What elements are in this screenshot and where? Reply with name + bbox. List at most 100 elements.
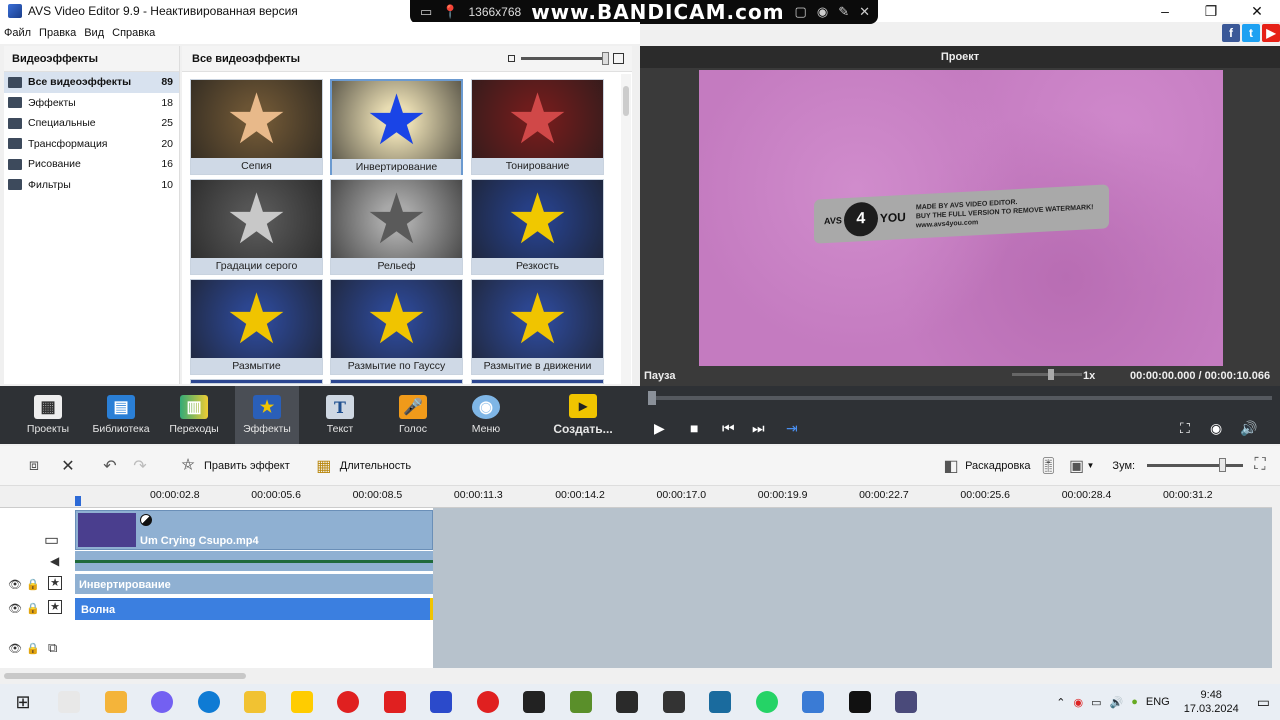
lock-icon[interactable]: 🔒 xyxy=(26,602,40,615)
taskbar-app[interactable] xyxy=(651,684,698,720)
timeline-vscrollbar[interactable] xyxy=(1272,486,1280,682)
toolbar-voice[interactable]: 🎤 Голос xyxy=(381,386,445,444)
clock[interactable]: 9:48 17.03.2024 xyxy=(1184,688,1239,716)
effect-tile[interactable]: ★ Резкость xyxy=(471,179,604,275)
eye-icon[interactable]: 👁 xyxy=(8,642,22,655)
stop-icon[interactable]: ■ xyxy=(690,420,698,436)
audio-mixer-button[interactable]: 🎚 xyxy=(1038,457,1058,475)
preview-video-frame[interactable]: AVS 4 YOU MADE BY AVS VIDEO EDITOR. BUY … xyxy=(699,70,1223,366)
close-button[interactable]: ✕ xyxy=(1234,0,1280,22)
twitter-icon[interactable]: t xyxy=(1242,24,1260,42)
hscroll-thumb[interactable] xyxy=(4,673,246,679)
facebook-icon[interactable]: f xyxy=(1222,24,1240,42)
taskbar-app[interactable] xyxy=(232,684,279,720)
play-icon[interactable]: ▶ xyxy=(654,420,665,437)
notifications-icon[interactable]: ▭ xyxy=(1257,694,1270,711)
taskbar-app[interactable] xyxy=(511,684,558,720)
tray-chevron-icon[interactable]: ⌃ xyxy=(1056,696,1065,709)
effects-scroll-thumb[interactable] xyxy=(623,86,629,116)
next-frame-icon[interactable]: ⏭ xyxy=(752,420,765,437)
lock-icon[interactable]: 🔒 xyxy=(26,578,40,591)
start-button[interactable]: ⊞ xyxy=(0,684,46,720)
taskbar-app[interactable] xyxy=(465,684,512,720)
duration-button[interactable]: ▦ Длительность xyxy=(314,457,411,475)
eye-icon[interactable]: 👁 xyxy=(8,602,22,615)
toolbar-menu[interactable]: ◉ Меню xyxy=(454,386,518,444)
effect-tile[interactable]: ★ Размытие по Гауссу xyxy=(330,279,463,375)
timeline-ruler[interactable]: 00:00:02.8 00:00:05.6 00:00:08.5 00:00:11.3… xyxy=(0,486,1272,508)
category-effects[interactable]: Эффекты 18 xyxy=(4,93,179,114)
menu-help[interactable]: Справка xyxy=(112,27,155,39)
undo-button[interactable]: ↶ xyxy=(100,457,120,475)
taskbar-app[interactable] xyxy=(186,684,233,720)
redo-button[interactable]: ↷ xyxy=(130,457,150,475)
view-mode-dropdown[interactable]: ▣ ▼ xyxy=(1067,457,1094,475)
taskbar-app[interactable] xyxy=(790,684,837,720)
seek-handle[interactable] xyxy=(648,391,656,405)
toolbar-create[interactable]: ▸ Создать... xyxy=(545,386,621,444)
language-indicator[interactable]: ENG xyxy=(1146,696,1170,708)
toolbar-transitions[interactable]: ▥ Переходы xyxy=(162,386,226,444)
zoom-slider[interactable] xyxy=(1147,458,1243,472)
delete-button[interactable]: ✕ xyxy=(58,457,78,475)
taskbar-app[interactable] xyxy=(837,684,884,720)
taskbar-app[interactable] xyxy=(697,684,744,720)
edit-effect-button[interactable]: ⛤ Править эффект xyxy=(178,457,290,475)
loop-icon[interactable]: ⇥ xyxy=(786,420,798,437)
effect-tile-partial[interactable] xyxy=(190,379,323,384)
eye-icon[interactable]: 👁 xyxy=(8,578,22,591)
taskbar-app[interactable] xyxy=(279,684,326,720)
fullscreen-icon[interactable]: ⛶ xyxy=(1180,420,1190,437)
pencil-icon[interactable]: ✎ xyxy=(838,4,849,20)
speed-slider[interactable] xyxy=(1012,369,1082,380)
effect-tile-partial[interactable] xyxy=(471,379,604,384)
taskbar-app[interactable] xyxy=(418,684,465,720)
speed-slider-thumb[interactable] xyxy=(1048,369,1054,380)
taskbar-app[interactable] xyxy=(744,684,791,720)
category-transform[interactable]: Трансформация 20 xyxy=(4,134,179,155)
maximize-button[interactable]: ❐ xyxy=(1188,0,1234,22)
folder-icon[interactable]: ▢ xyxy=(795,4,807,20)
taskbar-app[interactable] xyxy=(93,684,140,720)
taskbar-app[interactable] xyxy=(883,684,929,720)
previous-frame-icon[interactable]: ⏮ xyxy=(722,420,735,437)
volume-tray-icon[interactable]: 🔊 xyxy=(1110,696,1124,709)
size-slider-thumb[interactable] xyxy=(602,52,609,65)
effect-tile[interactable]: ★ Размытие в движении xyxy=(471,279,604,375)
fit-button[interactable]: ⧈ xyxy=(24,457,44,475)
effect-tile[interactable]: ★ Сепия xyxy=(190,79,323,175)
effect-tile-partial[interactable] xyxy=(330,379,463,384)
effect-clip-invert[interactable]: Инвертирование xyxy=(75,574,433,594)
snapshot-icon[interactable]: ◉ xyxy=(1210,420,1222,437)
recording-icon[interactable]: ◉ xyxy=(1073,696,1083,709)
effect-tile[interactable]: ★ Тонирование xyxy=(471,79,604,175)
zoom-fit-button[interactable]: ⛶ xyxy=(1250,456,1270,474)
toolbar-projects[interactable]: ▦ Проекты xyxy=(16,386,80,444)
camera-icon[interactable]: ◉ xyxy=(817,4,828,20)
minimize-button[interactable]: – xyxy=(1142,0,1188,22)
seek-bar[interactable] xyxy=(648,391,1272,405)
pin-icon[interactable]: 📍 xyxy=(442,4,458,20)
menu-edit[interactable]: Правка xyxy=(39,27,76,39)
timeline-hscrollbar[interactable] xyxy=(0,670,1272,682)
effect-tile[interactable]: ★ Инвертирование xyxy=(330,79,463,175)
category-drawing[interactable]: Рисование 16 xyxy=(4,154,179,175)
effect-tile[interactable]: ★ Размытие xyxy=(190,279,323,375)
taskbar-app[interactable] xyxy=(372,684,419,720)
playhead[interactable] xyxy=(75,496,81,506)
taskbar-app[interactable] xyxy=(46,684,93,720)
category-special[interactable]: Специальные 25 xyxy=(4,113,179,134)
app-tray-icon[interactable]: ● xyxy=(1131,696,1138,708)
empty-track-area[interactable] xyxy=(433,508,1272,668)
toolbar-text[interactable]: T Текст xyxy=(308,386,372,444)
menu-file[interactable]: Файл xyxy=(4,27,31,39)
toolbar-library[interactable]: ▤ Библиотека xyxy=(89,386,153,444)
audio-waveform[interactable] xyxy=(75,551,433,571)
network-icon[interactable]: ▭ xyxy=(1091,696,1101,709)
size-slider-track[interactable] xyxy=(521,52,609,65)
effect-clip-wave[interactable]: Волна xyxy=(75,598,433,620)
effect-tile[interactable]: ★ Градации серого xyxy=(190,179,323,275)
taskbar-app[interactable] xyxy=(558,684,605,720)
category-filters[interactable]: Фильтры 10 xyxy=(4,175,179,196)
category-all[interactable]: Все видеоэффекты 89 xyxy=(4,72,179,93)
